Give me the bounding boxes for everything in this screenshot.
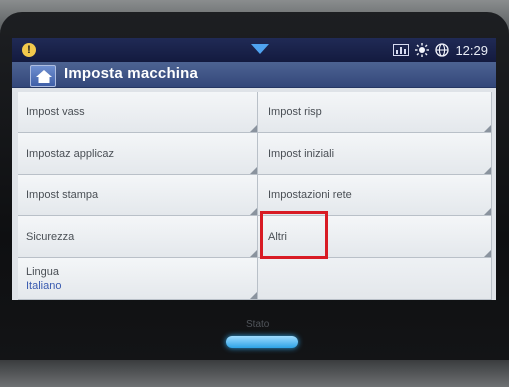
- submenu-corner-icon: [250, 292, 257, 299]
- settings-menu-grid: Impost vass Impost risp Impostaz applica…: [18, 92, 492, 300]
- menu-item-altri[interactable]: Altri: [258, 216, 492, 258]
- alert-icon[interactable]: !: [22, 43, 36, 57]
- globe-icon[interactable]: [435, 43, 450, 57]
- menu-item-label: Lingua: [26, 265, 60, 278]
- submenu-corner-icon: [250, 167, 257, 174]
- home-icon: [36, 70, 52, 83]
- sun-icon[interactable]: [415, 43, 430, 57]
- page-title: Imposta macchina: [64, 65, 199, 82]
- submenu-corner-icon: [484, 250, 491, 257]
- clock-time: 12:29: [455, 42, 488, 58]
- menu-item-impost-stampa[interactable]: Impost stampa: [18, 175, 258, 216]
- usage-chart-icon[interactable]: [393, 44, 410, 56]
- submenu-corner-icon: [484, 208, 491, 215]
- menu-item-impost-risp[interactable]: Impost risp: [258, 92, 492, 133]
- chevron-down-icon[interactable]: [250, 43, 270, 55]
- menu-item-label: Impost risp: [268, 106, 322, 118]
- menu-item-impostazioni-rete[interactable]: Impostazioni rete: [258, 175, 492, 216]
- menu-item-label: Impost vass: [26, 106, 85, 118]
- menu-item-impost-iniziali[interactable]: Impost iniziali: [258, 133, 492, 175]
- menu-item-label: Impost stampa: [26, 189, 99, 201]
- menu-item-lingua[interactable]: Lingua Italiano: [18, 258, 258, 300]
- menu-item-impost-vass[interactable]: Impost vass: [18, 92, 258, 133]
- submenu-corner-icon: [250, 250, 257, 257]
- submenu-corner-icon: [484, 167, 491, 174]
- menu-item-impostaz-applicaz[interactable]: Impostaz applicaz: [18, 133, 258, 175]
- menu-item-label: Impostaz applicaz: [26, 147, 115, 160]
- status-indicators: 12:29: [393, 41, 488, 59]
- home-button[interactable]: [30, 65, 56, 87]
- submenu-corner-icon: [484, 125, 491, 132]
- status-led: [226, 336, 298, 348]
- menu-item-empty: [258, 258, 492, 300]
- menu-item-label: Impostazioni rete: [268, 189, 352, 201]
- touch-screen: ! 12:29 Imposta macchina Impost vass Imp…: [12, 38, 496, 300]
- menu-item-label: Impost iniziali: [268, 147, 335, 160]
- menu-item-label: Sicurezza: [26, 230, 75, 243]
- status-bar: ! 12:29: [12, 38, 496, 62]
- status-label: Stato: [246, 319, 270, 330]
- menu-item-label: Altri: [268, 230, 287, 243]
- language-value: Italiano: [26, 279, 62, 292]
- title-bar: Imposta macchina: [12, 62, 496, 88]
- device-base: [0, 360, 509, 387]
- submenu-corner-icon: [250, 125, 257, 132]
- menu-item-sicurezza[interactable]: Sicurezza: [18, 216, 258, 258]
- submenu-corner-icon: [250, 208, 257, 215]
